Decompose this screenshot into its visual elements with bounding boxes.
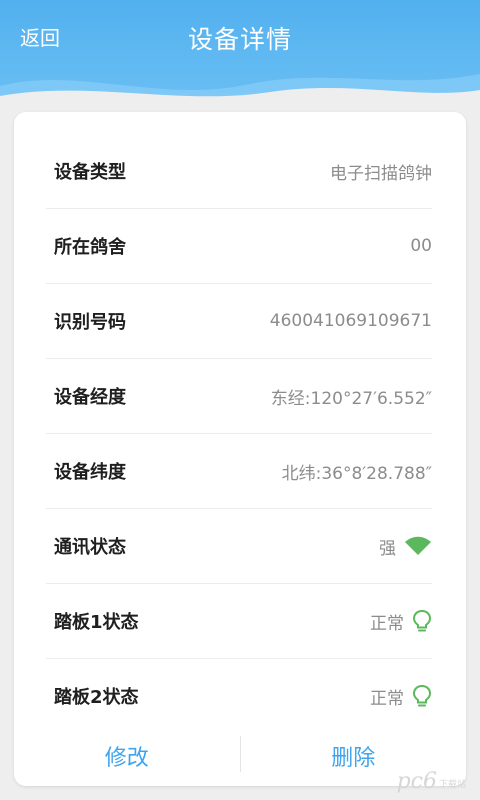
detail-value: 00 bbox=[410, 236, 432, 256]
lightbulb-icon bbox=[412, 609, 432, 632]
detail-row-device-type: 设备类型 电子扫描鸽钟 bbox=[46, 134, 432, 209]
detail-row-longitude: 设备经度 东经:120°27′6.552″ bbox=[46, 359, 432, 434]
header: 返回 设备详情 bbox=[0, 0, 480, 110]
detail-label: 通讯状态 bbox=[54, 537, 126, 558]
watermark-sub: 下载站 bbox=[438, 780, 466, 790]
detail-label: 所在鸽舍 bbox=[54, 237, 126, 258]
watermark-text: pc6 bbox=[396, 769, 437, 794]
detail-label: 踏板1状态 bbox=[54, 612, 139, 633]
wifi-icon bbox=[405, 536, 431, 555]
detail-value: 强 bbox=[379, 538, 396, 559]
page-title: 设备详情 bbox=[187, 25, 292, 54]
detail-value: 北纬:36°8′28.788″ bbox=[281, 463, 432, 484]
detail-row-pedal-2: 踏板2状态 正常 bbox=[46, 659, 432, 733]
detail-label: 设备经度 bbox=[54, 387, 126, 408]
header-wave bbox=[0, 74, 480, 110]
detail-row-id-number: 识别号码 460041069109671 bbox=[46, 284, 432, 359]
detail-value: 东经:120°27′6.552″ bbox=[270, 388, 432, 409]
detail-label: 踏板2状态 bbox=[54, 687, 139, 708]
detail-card: 设备类型 电子扫描鸽钟 所在鸽舍 00 识别号码 460041069109671… bbox=[14, 112, 466, 786]
detail-label: 识别号码 bbox=[54, 312, 126, 333]
lightbulb-icon bbox=[412, 684, 432, 707]
detail-row-latitude: 设备纬度 北纬:36°8′28.788″ bbox=[46, 434, 432, 509]
detail-value: 正常 bbox=[370, 613, 404, 634]
detail-label: 设备纬度 bbox=[54, 462, 126, 483]
detail-list: 设备类型 电子扫描鸽钟 所在鸽舍 00 识别号码 460041069109671… bbox=[46, 134, 432, 733]
detail-value: 正常 bbox=[370, 688, 404, 709]
detail-value: 电子扫描鸽钟 bbox=[330, 163, 432, 184]
detail-row-loft: 所在鸽舍 00 bbox=[46, 209, 432, 284]
detail-row-signal: 通讯状态 强 bbox=[46, 509, 432, 584]
detail-label: 设备类型 bbox=[54, 162, 126, 183]
detail-row-pedal-1: 踏板1状态 正常 bbox=[46, 584, 432, 659]
edit-button[interactable]: 修改 bbox=[14, 726, 240, 786]
device-detail-page: 返回 设备详情 设备类型 电子扫描鸽钟 所在鸽舍 00 识别号码 4600410… bbox=[0, 0, 480, 800]
detail-value: 460041069109671 bbox=[269, 311, 432, 331]
watermark: pc6 下载站 bbox=[397, 769, 466, 794]
